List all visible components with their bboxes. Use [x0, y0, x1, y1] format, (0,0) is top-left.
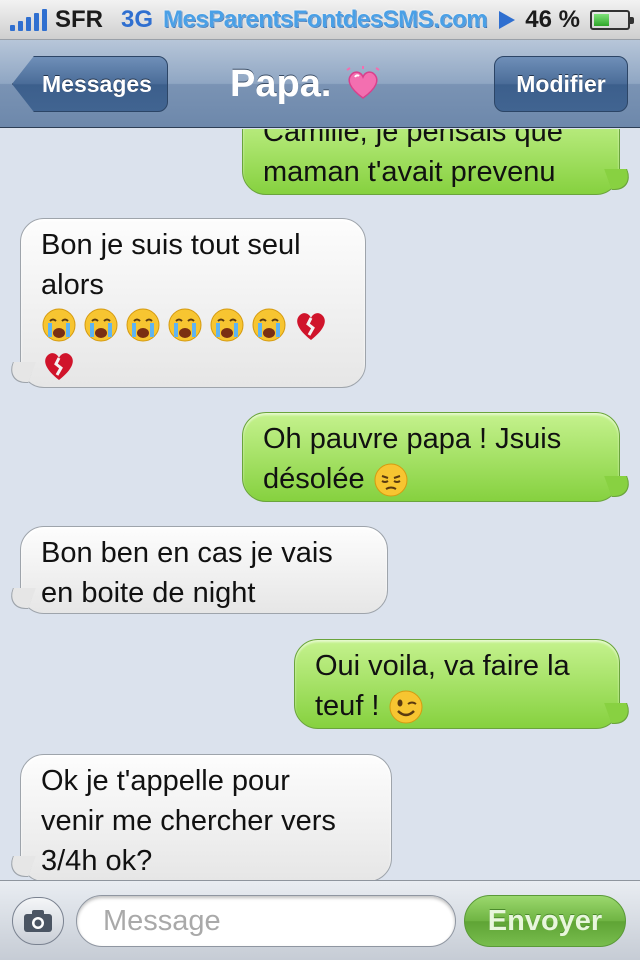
message-line: maman t'avait prevenu [263, 156, 556, 188]
message-line: teuf ! [315, 686, 599, 726]
message-line: Bon ben en cas je vais [41, 537, 333, 569]
message-bubble-outgoing[interactable]: Oh pauvre papa ! Jsuis désolée [242, 412, 620, 502]
watermark: MesParentsFontdesSMS.com [163, 5, 488, 33]
message-text: teuf ! [315, 690, 380, 722]
navigation-bar: Messages Papa. Modifier [0, 40, 640, 128]
emoji-row [41, 345, 345, 385]
carrier-label: SFR [55, 5, 103, 33]
message-line: Bon je suis tout seul [41, 229, 301, 261]
battery-percentage: 46 % [525, 5, 580, 33]
compose-bar: Envoyer [0, 880, 640, 960]
location-arrow-icon [499, 10, 516, 29]
message-bubble-outgoing[interactable]: Oui voila, va faire la teuf ! [294, 639, 620, 729]
message-line: venir me chercher vers [41, 805, 336, 837]
status-bar: SFR 3G MesParentsFontdesSMS.com 46 % [0, 0, 640, 40]
broken-heart-icon [45, 353, 73, 380]
pensive-face-icon [374, 463, 408, 497]
crying-face-icon [252, 308, 286, 342]
message-line: alors [41, 269, 104, 301]
message-line: Oui voila, va faire la [315, 650, 570, 682]
message-list[interactable]: Camille, je pensais que maman t'avait pr… [0, 129, 640, 880]
message-bubble-incoming[interactable]: Bon je suis tout seul alors [20, 218, 366, 388]
send-button[interactable]: Envoyer [464, 895, 626, 947]
back-to-messages-button[interactable]: Messages [12, 56, 168, 112]
crying-face-icon [126, 308, 160, 342]
message-input[interactable] [76, 895, 456, 947]
battery-icon [590, 9, 634, 30]
crying-face-icon [210, 308, 244, 342]
camera-icon [24, 910, 52, 932]
message-line: en boite de night [41, 577, 256, 609]
message-line: 3/4h ok? [41, 845, 153, 877]
message-line: Camille, je pensais que [263, 129, 563, 148]
contact-name: Papa. [230, 62, 332, 105]
emoji-row [41, 305, 345, 345]
camera-button[interactable] [12, 897, 64, 945]
message-line: désolée [263, 459, 599, 499]
sparkling-heart-icon [346, 66, 380, 99]
conversation-title: Papa. [230, 58, 383, 110]
crying-face-icon [168, 308, 202, 342]
crying-face-icon [84, 308, 118, 342]
message-bubble-incoming[interactable]: Bon ben en cas je vais en boite de night [20, 526, 388, 614]
network-type-label: 3G [121, 5, 154, 33]
message-bubble-outgoing[interactable]: Camille, je pensais que maman t'avait pr… [242, 129, 620, 195]
message-line: Oh pauvre papa ! Jsuis [263, 423, 562, 455]
message-text: désolée [263, 463, 365, 495]
message-bubble-incoming[interactable]: Ok je t'appelle pour venir me chercher v… [20, 754, 392, 880]
broken-heart-icon [297, 313, 325, 340]
crying-face-icon [42, 308, 76, 342]
message-line: Ok je t'appelle pour [41, 765, 290, 797]
winking-face-icon [389, 690, 423, 724]
signal-strength-icon [10, 8, 47, 31]
edit-button[interactable]: Modifier [494, 56, 628, 112]
